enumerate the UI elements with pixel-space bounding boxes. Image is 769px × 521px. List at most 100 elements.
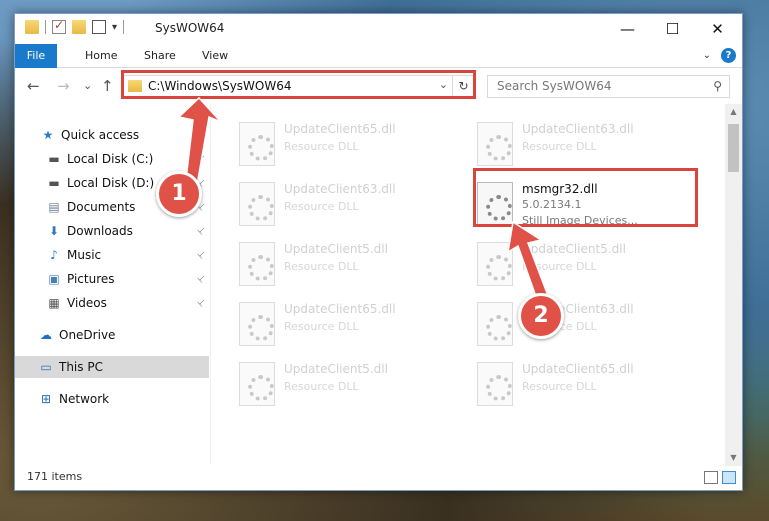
- scrollbar-thumb[interactable]: [728, 124, 739, 172]
- search-input[interactable]: Search SysWOW64: [497, 79, 611, 93]
- file-list: UpdateClient65.dll Resource DLL UpdateClie…: [212, 104, 726, 464]
- pin-icon: ⊥: [194, 272, 208, 286]
- sidebar-item-label: Music: [67, 248, 102, 262]
- close-icon: ✕: [711, 20, 724, 38]
- computer-icon: ▭: [40, 360, 52, 374]
- sidebar-item-videos[interactable]: ▦ Videos ⊥: [15, 292, 209, 314]
- file-tile[interactable]: UpdateClient65.dll Resource DLL: [212, 116, 432, 174]
- music-icon: ♪: [50, 248, 58, 262]
- sidebar-item-label: Local Disk (C:): [67, 152, 154, 166]
- sidebar-item-label: Documents: [67, 200, 136, 214]
- sidebar-item-downloads[interactable]: ⬇ Downloads ⊥: [15, 220, 209, 242]
- sidebar-item-local-disk-c[interactable]: ▬ Local Disk (C:) ⊥: [15, 148, 209, 170]
- file-tile[interactable]: UpdateClient5.dll Resource DLL: [450, 236, 670, 294]
- sidebar-item-this-pc[interactable]: ▭ This PC: [15, 356, 209, 378]
- pin-icon: ⊥: [194, 296, 208, 310]
- maximize-icon: ☐: [665, 20, 680, 38]
- tab-view[interactable]: View: [190, 44, 240, 68]
- sidebar-item-music[interactable]: ♪ Music ⊥: [15, 244, 209, 266]
- sidebar-item-label: Pictures: [67, 272, 115, 286]
- tab-share[interactable]: Share: [132, 44, 188, 68]
- file-name: UpdateClient63.dll: [522, 122, 634, 136]
- file-highlight-box: [473, 168, 698, 227]
- file-type: Resource DLL: [284, 260, 359, 273]
- sidebar-item-label: Network: [59, 392, 110, 406]
- pictures-icon: ▣: [48, 272, 60, 286]
- vertical-scrollbar[interactable]: ▲ ▼: [725, 104, 742, 466]
- sidebar-item-label: Downloads: [67, 224, 133, 238]
- dll-file-icon: [477, 302, 513, 346]
- documents-icon: ▤: [48, 200, 60, 214]
- dll-file-icon: [239, 182, 275, 226]
- drive-icon: ▬: [48, 152, 60, 166]
- forward-icon[interactable]: →: [57, 77, 70, 95]
- file-type: Resource DLL: [284, 140, 359, 153]
- dll-file-icon: [239, 242, 275, 286]
- star-icon: ★: [42, 128, 54, 142]
- scroll-up-icon[interactable]: ▲: [725, 104, 742, 120]
- file-name: UpdateClient65.dll: [284, 122, 396, 136]
- dll-file-icon: [477, 362, 513, 406]
- search-box[interactable]: Search SysWOW64 ⚲: [487, 75, 730, 98]
- folder-icon: [25, 20, 39, 34]
- file-type: Resource DLL: [284, 200, 359, 213]
- sidebar-item-quick-access[interactable]: ★ Quick access: [15, 124, 209, 146]
- file-name: UpdateClient5.dll: [522, 242, 626, 256]
- file-tile[interactable]: UpdateClient5.dll Resource DLL: [212, 236, 432, 294]
- step-1-badge: 1: [156, 171, 202, 217]
- file-tile[interactable]: UpdateClient65.dll Resource DLL: [450, 356, 670, 414]
- dll-file-icon: [239, 302, 275, 346]
- file-name: UpdateClient63.dll: [284, 182, 396, 196]
- sidebar-item-onedrive[interactable]: ☁ OneDrive: [15, 324, 209, 346]
- step-2-badge: 2: [518, 293, 564, 339]
- file-name: UpdateClient5.dll: [284, 362, 388, 376]
- new-folder-icon[interactable]: [72, 20, 86, 34]
- window-title: SysWOW64: [155, 21, 225, 35]
- file-tile[interactable]: UpdateClient63.dll Resource DLL: [212, 176, 432, 234]
- file-name: UpdateClient65.dll: [284, 302, 396, 316]
- file-name: UpdateClient65.dll: [522, 362, 634, 376]
- minimize-button[interactable]: —: [605, 14, 650, 44]
- cloud-icon: ☁: [40, 328, 52, 342]
- back-icon[interactable]: ←: [27, 77, 40, 95]
- details-view-icon[interactable]: [704, 471, 718, 484]
- sidebar-item-pictures[interactable]: ▣ Pictures ⊥: [15, 268, 209, 290]
- properties-check-icon[interactable]: [52, 18, 66, 34]
- minimize-icon: —: [620, 20, 635, 38]
- search-icon[interactable]: ⚲: [713, 79, 722, 93]
- help-icon[interactable]: ?: [721, 48, 736, 63]
- file-name: UpdateClient5.dll: [284, 242, 388, 256]
- pin-icon: ⊥: [194, 152, 208, 166]
- customize-icon[interactable]: [92, 20, 106, 34]
- expand-ribbon-icon[interactable]: ⌄: [703, 50, 711, 61]
- ribbon-help-group: ⌄ ?: [703, 48, 736, 63]
- sidebar-item-network[interactable]: ⊞ Network: [15, 388, 209, 410]
- quick-access-toolbar: ▾: [25, 18, 125, 34]
- dll-file-icon: [477, 242, 513, 286]
- file-type: Resource DLL: [284, 320, 359, 333]
- file-type: Resource DLL: [522, 260, 597, 273]
- file-tile[interactable]: UpdateClient65.dll Resource DLL: [212, 296, 432, 354]
- scroll-down-icon[interactable]: ▼: [725, 450, 742, 466]
- file-type: Resource DLL: [284, 380, 359, 393]
- file-tile[interactable]: UpdateClient63.dll Resource DLL: [450, 116, 670, 174]
- file-type: Resource DLL: [522, 140, 597, 153]
- address-highlight-box: [121, 70, 476, 99]
- tab-home[interactable]: Home: [73, 44, 129, 68]
- close-button[interactable]: ✕: [695, 14, 740, 44]
- pin-icon: ⊥: [194, 248, 208, 262]
- large-icons-view-icon[interactable]: [722, 471, 736, 484]
- recent-locations-icon[interactable]: ⌄: [83, 79, 92, 92]
- qa-dropdown-icon[interactable]: ▾: [112, 22, 117, 33]
- up-icon[interactable]: ↑: [101, 77, 114, 95]
- navigation-pane: ★ Quick access ▬ Local Disk (C:) ⊥ ▬ Local Dis…: [15, 104, 211, 464]
- tab-file[interactable]: File: [15, 44, 57, 68]
- ribbon-tabs: File Home Share View ⌄ ?: [15, 44, 742, 68]
- pin-icon: ⊥: [194, 224, 208, 238]
- file-tile[interactable]: UpdateClient5.dll Resource DLL: [212, 356, 432, 414]
- maximize-button[interactable]: ☐: [650, 14, 695, 44]
- file-type: Resource DLL: [522, 380, 597, 393]
- title-bar: ▾ SysWOW64 — ☐ ✕: [15, 14, 742, 44]
- sidebar-item-label: This PC: [59, 360, 103, 374]
- separator: [123, 20, 125, 34]
